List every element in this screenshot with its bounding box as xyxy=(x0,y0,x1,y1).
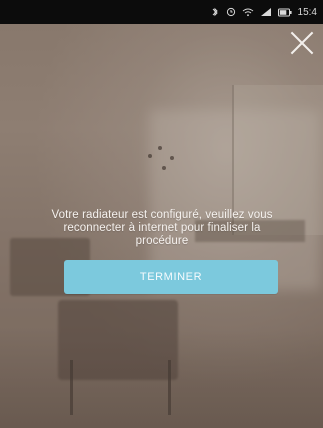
close-icon[interactable] xyxy=(289,30,315,56)
battery-icon xyxy=(277,8,292,17)
alarm-icon xyxy=(226,7,236,17)
status-bar: 15:4 xyxy=(0,0,323,24)
bluetooth-icon xyxy=(210,7,220,17)
configuration-message: Votre radiateur est configuré, veuillez … xyxy=(51,209,273,247)
app-screen: 15:4 Votre radiateur est configuré, veui… xyxy=(0,0,323,428)
terminer-button[interactable]: TERMINER xyxy=(64,260,278,294)
status-time: 15:4 xyxy=(297,6,317,18)
wifi-icon xyxy=(242,7,254,17)
signal-icon xyxy=(260,7,272,17)
